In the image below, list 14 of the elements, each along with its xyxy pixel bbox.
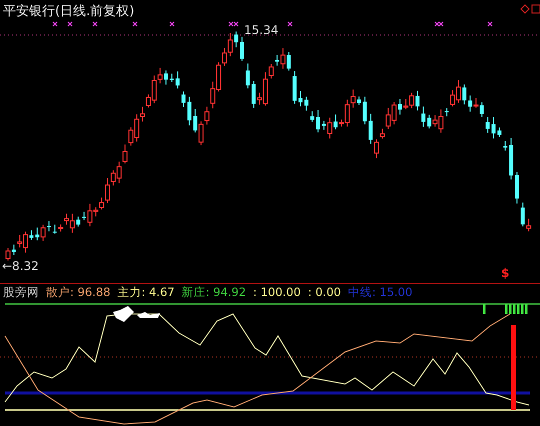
indicator-name: 股旁网 bbox=[3, 284, 39, 300]
chart-title: 平安银行(日线.前复权) bbox=[3, 3, 134, 20]
signal-mark: $ bbox=[501, 266, 510, 280]
indicator-value: 主力: 4.67 bbox=[117, 284, 175, 300]
low-price-label: ←8.32 bbox=[2, 259, 39, 273]
indicator-value: : 100.00 bbox=[253, 285, 301, 299]
indicator-value: : 0.00 bbox=[308, 285, 341, 299]
peak-marker-drawing bbox=[113, 306, 160, 322]
indicator-value: 中线: 15.00 bbox=[348, 284, 412, 300]
indicator-value: 新庄: 94.92 bbox=[182, 284, 246, 300]
diamond-icon bbox=[520, 4, 530, 14]
indicator-value: 散户: 96.88 bbox=[46, 284, 110, 300]
signal-bars-drawing bbox=[483, 304, 528, 314]
high-price-label: 15.34 bbox=[244, 23, 278, 37]
